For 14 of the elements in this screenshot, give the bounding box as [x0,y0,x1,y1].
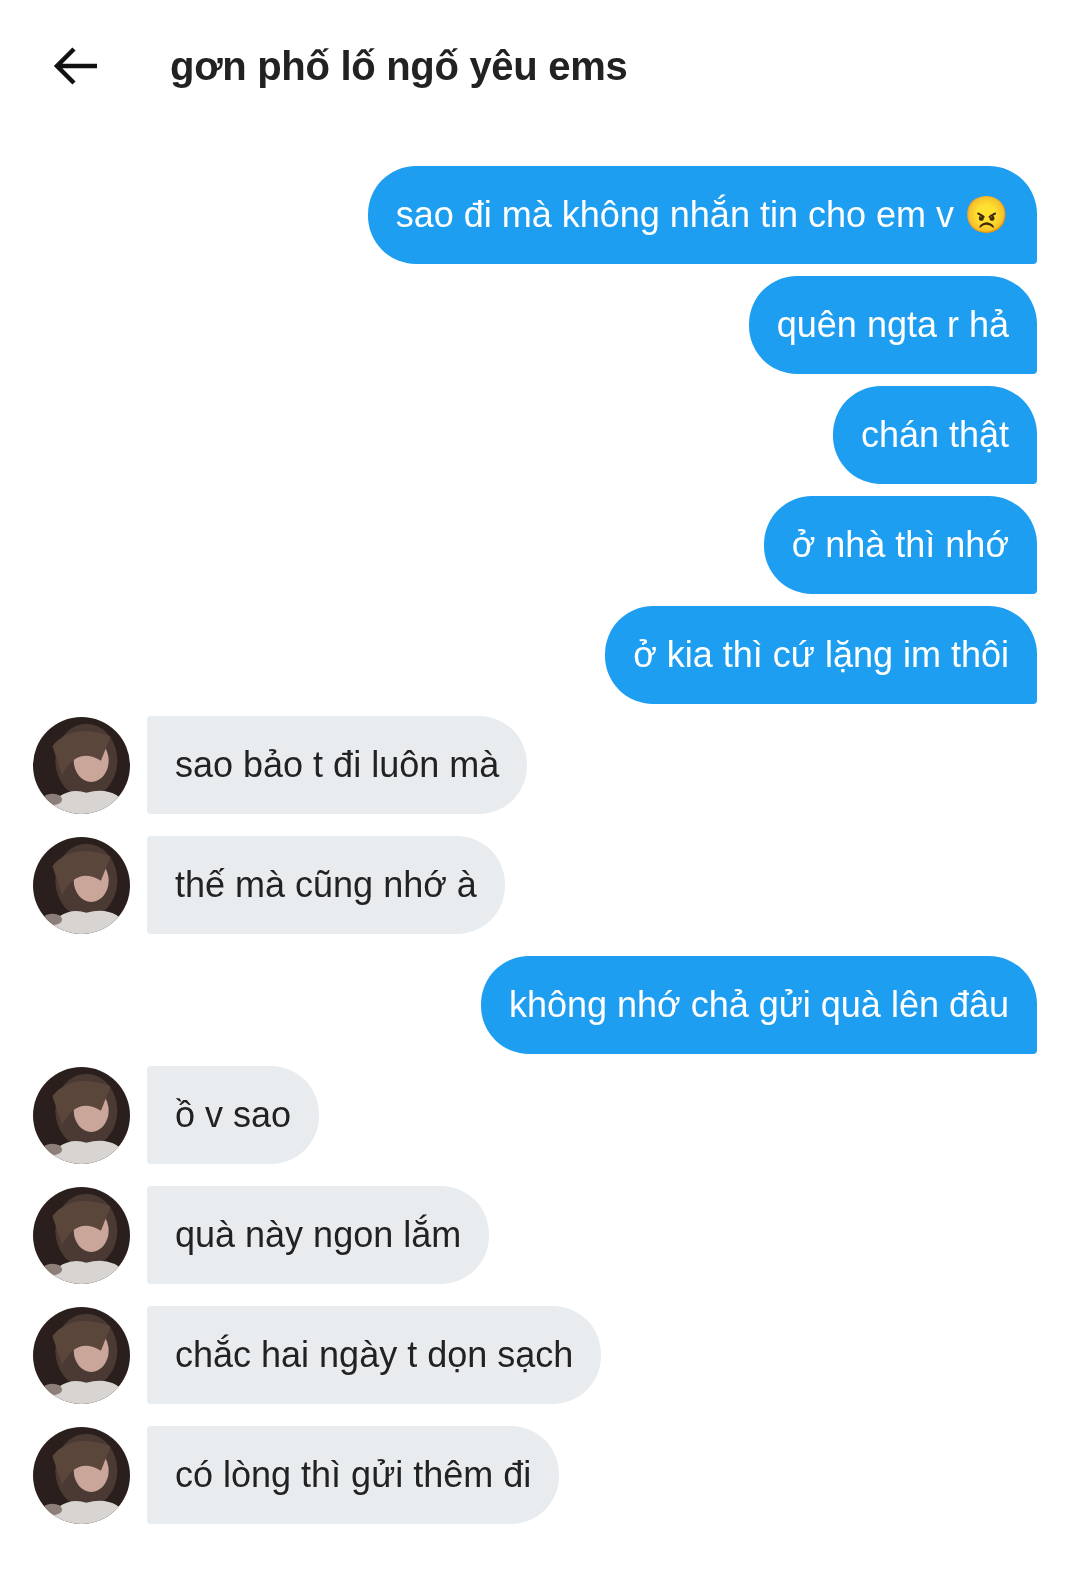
sent-message: ở kia thì cứ lặng im thôi [605,606,1037,704]
chat-title: gơn phố lố ngố yêu ems [170,43,628,89]
sent-message: sao đi mà không nhắn tin cho em v 😠 [367,166,1037,264]
sent-message: quên ngta r hả [748,276,1037,374]
back-arrow-icon [53,46,99,86]
received-message: chắc hai ngày t dọn sạch [147,1306,602,1404]
sent-message: không nhớ chả gửi quà lên đâu [480,956,1037,1054]
received-message: ồ v sao [147,1066,320,1164]
sent-message: chán thật [832,386,1037,484]
received-message: thế mà cũng nhớ à [147,836,505,934]
sent-message: ở nhà thì nhớ [763,496,1037,594]
received-message: có lòng thì gửi thêm đi [147,1426,560,1524]
received-message: quà này ngon lắm [147,1186,490,1284]
received-message: sao bảo t đi luôn mà [147,716,528,814]
